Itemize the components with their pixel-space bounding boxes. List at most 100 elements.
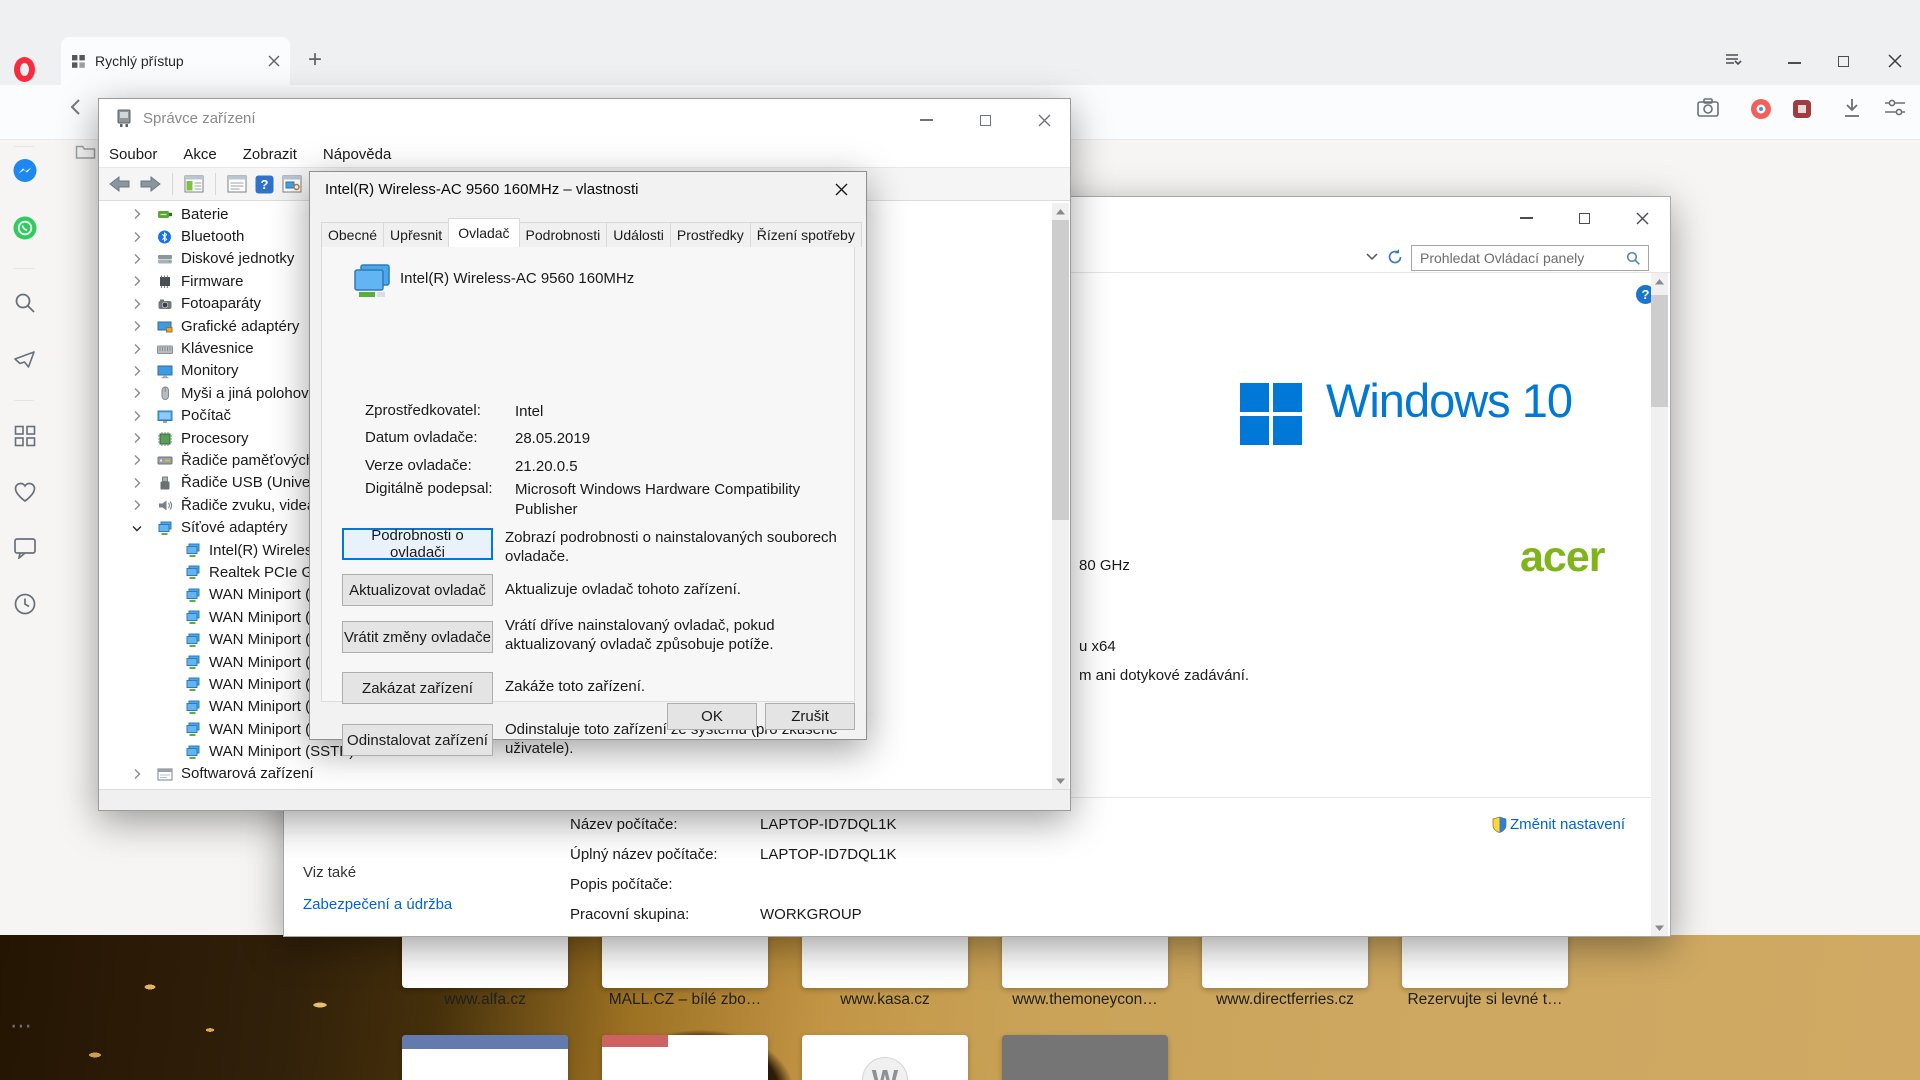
window-close-button[interactable] (1888, 54, 1902, 68)
dm-close-button[interactable] (1024, 107, 1064, 133)
chevron-collapsed-icon[interactable] (129, 766, 145, 782)
action-description: Zobrazí podrobnosti o nainstalovaných so… (505, 528, 855, 566)
scroll-up-icon[interactable] (1651, 273, 1668, 290)
system-maximize-button[interactable] (1564, 205, 1604, 231)
dm-maximize-button[interactable] (965, 107, 1005, 133)
odinstalovat-za-zen--button[interactable]: Odinstalovat zařízení (342, 724, 493, 756)
usb-icon (157, 476, 173, 490)
speed-dial-tile[interactable] (602, 1035, 768, 1080)
scroll-down-icon[interactable] (1052, 772, 1069, 789)
vr-tit-zm-ny-ovlada-e-button[interactable]: Vrátit změny ovladače (342, 621, 493, 653)
cpu-icon (157, 431, 173, 445)
properties-icon[interactable] (227, 175, 247, 193)
tab-ovladač[interactable]: Ovladač (448, 218, 519, 247)
chevron-expanded-icon[interactable] (129, 520, 145, 536)
browser-tab-speed-dial[interactable]: Rychlý přístup (61, 37, 290, 85)
control-panel-search-input[interactable] (1411, 245, 1649, 271)
telegram-icon[interactable] (11, 346, 38, 373)
bookmarks-heart-icon[interactable] (11, 478, 38, 505)
scroll-up-icon[interactable] (1052, 203, 1069, 220)
dm-minimize-button[interactable] (906, 107, 946, 133)
menu-item-zobrazit[interactable]: Zobrazit (233, 146, 307, 163)
history-clock-icon[interactable] (11, 590, 38, 617)
driver-field-label: Datum ovladače: (365, 429, 478, 446)
menu-item-akce[interactable]: Akce (173, 146, 226, 163)
window-maximize-button[interactable] (1838, 56, 1849, 67)
tab-řízení spotřeby[interactable]: Řízení spotřeby (750, 222, 862, 247)
messenger-icon[interactable] (11, 157, 38, 184)
change-settings-label[interactable]: Změnit nastavení (1510, 816, 1625, 833)
podrobnosti-o-ovlada-i-button[interactable]: Podrobnosti o ovladači (342, 528, 493, 560)
chevron-collapsed-icon[interactable] (129, 318, 145, 334)
chevron-collapsed-icon[interactable] (129, 385, 145, 401)
security-maintenance-link[interactable]: Zabezpečení a údržba (303, 896, 452, 913)
cancel-button[interactable]: Zrušit (765, 703, 855, 730)
address-dropdown-icon[interactable] (1366, 252, 1378, 262)
personal-news-icon[interactable] (11, 534, 38, 561)
tree-item-label: Klávesnice (181, 340, 254, 357)
search-magnifier-icon[interactable] (1626, 251, 1641, 266)
aktualizovat-ovlada--button[interactable]: Aktualizovat ovladač (342, 574, 493, 606)
extension-badge-icon[interactable] (1750, 98, 1772, 120)
speed-dial-icon[interactable] (11, 422, 38, 449)
scrollbar-thumb[interactable] (1052, 220, 1069, 520)
tab-prostředky[interactable]: Prostředky (670, 222, 751, 247)
chevron-collapsed-icon[interactable] (129, 229, 145, 245)
toolbar-separator (172, 173, 173, 195)
refresh-icon[interactable] (1386, 248, 1404, 266)
forward-arrow-icon[interactable] (139, 175, 161, 193)
chevron-collapsed-icon[interactable] (129, 296, 145, 312)
chevron-collapsed-icon[interactable] (129, 273, 145, 289)
new-tab-button[interactable]: + (300, 46, 330, 76)
chevron-collapsed-icon[interactable] (129, 363, 145, 379)
snapshot-camera-icon[interactable] (1696, 97, 1720, 119)
scrollbar-thumb[interactable] (1651, 295, 1668, 407)
tab-obecné[interactable]: Obecné (321, 222, 384, 247)
chevron-collapsed-icon[interactable] (129, 452, 145, 468)
download-icon[interactable] (1842, 97, 1862, 119)
tree-item-label: Grafické adaptéry (181, 318, 299, 335)
system-scrollbar[interactable] (1651, 273, 1668, 936)
netadapter-icon (185, 543, 201, 557)
speed-dial-tile[interactable] (402, 1035, 568, 1080)
menu-item-nápověda[interactable]: Nápověda (313, 146, 401, 163)
tree-item[interactable]: Softwarová zařízení (99, 763, 1053, 785)
menu-item-soubor[interactable]: Soubor (99, 146, 167, 163)
ok-button[interactable]: OK (667, 703, 757, 730)
opera-logo-icon[interactable] (11, 56, 38, 83)
system-close-button[interactable] (1622, 205, 1662, 231)
device-manager-title: Správce zařízení (143, 110, 256, 127)
easy-setup-sliders-icon[interactable] (1884, 98, 1906, 118)
tab-upřesnit[interactable]: Upřesnit (383, 222, 449, 247)
folder-icon[interactable] (75, 143, 96, 160)
speed-dial-tile[interactable]: W (802, 1035, 968, 1080)
back-icon[interactable] (66, 96, 88, 118)
chevron-collapsed-icon[interactable] (129, 251, 145, 267)
tab-události[interactable]: Události (606, 222, 671, 247)
change-settings-link[interactable]: Změnit nastavení (1492, 816, 1625, 833)
zak-zat-za-zen--button[interactable]: Zakázat zařízení (342, 672, 493, 704)
speed-dial-tile[interactable] (1002, 1035, 1168, 1080)
search-icon[interactable] (11, 289, 38, 316)
tab-close-icon[interactable] (268, 55, 280, 67)
dialog-close-icon[interactable] (820, 176, 862, 203)
chevron-collapsed-icon[interactable] (129, 430, 145, 446)
tab-menu-icon[interactable] (1724, 52, 1744, 68)
window-minimize-button[interactable] (1788, 62, 1801, 64)
whatsapp-icon[interactable] (11, 214, 38, 241)
chevron-collapsed-icon[interactable] (129, 497, 145, 513)
tab-podrobnosti[interactable]: Podrobnosti (519, 222, 608, 247)
chevron-collapsed-icon[interactable] (129, 206, 145, 222)
dm-scrollbar[interactable] (1052, 203, 1069, 789)
console-tree-icon[interactable] (184, 175, 204, 193)
system-minimize-button[interactable] (1506, 205, 1546, 231)
chevron-collapsed-icon[interactable] (129, 341, 145, 357)
extension-icon[interactable] (1792, 99, 1812, 119)
sidebar-overflow-icon[interactable]: ⋯ (10, 1013, 33, 1039)
scan-hardware-icon[interactable] (282, 175, 302, 193)
back-arrow-icon[interactable] (109, 175, 131, 193)
chevron-collapsed-icon[interactable] (129, 408, 145, 424)
chevron-collapsed-icon[interactable] (129, 475, 145, 491)
help-toolbar-icon[interactable]: ? (255, 175, 274, 194)
scroll-down-icon[interactable] (1651, 919, 1668, 936)
